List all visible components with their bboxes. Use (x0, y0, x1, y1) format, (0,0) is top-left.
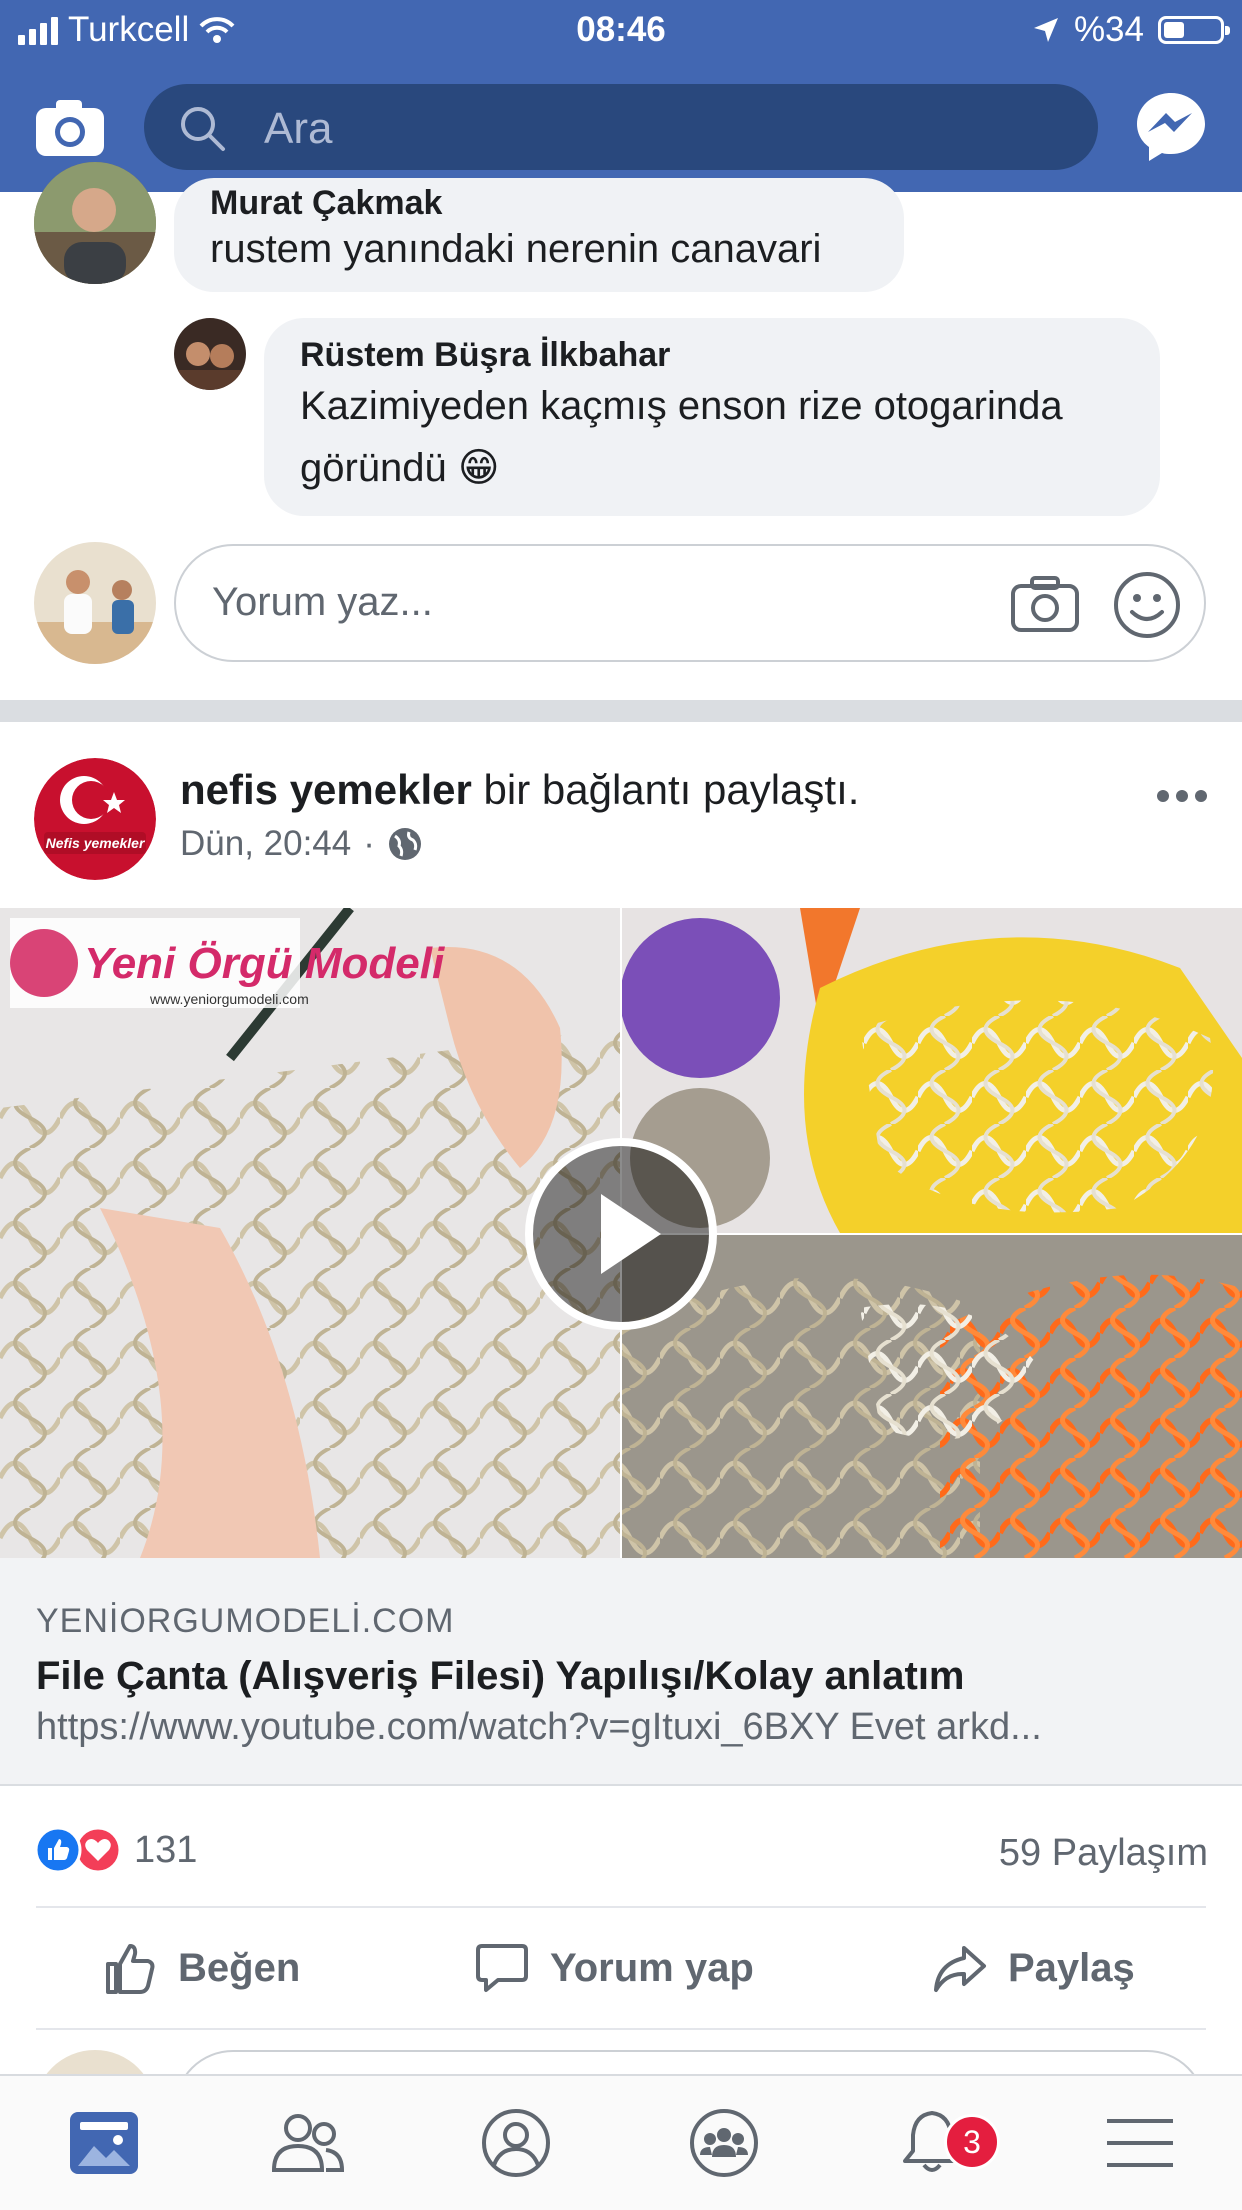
link-domain: YENİORGUMODELİ.COM (36, 1602, 455, 1640)
comment-bubble[interactable]: Murat Çakmak rustem yanındaki nerenin ca… (174, 178, 904, 292)
comment-label: Yorum yap (550, 1945, 754, 1990)
feed-separator (0, 700, 1242, 722)
shares-count[interactable]: 59 Paylaşım (999, 1832, 1208, 1875)
battery-percent: %34 (1073, 10, 1144, 49)
reactions-count: 131 (134, 1828, 198, 1871)
reactions-summary[interactable]: 131 (34, 1826, 197, 1874)
emoji-icon[interactable] (1112, 570, 1182, 640)
avatar-photo (174, 318, 246, 390)
avatar-photo (34, 162, 156, 284)
post-action: bir bağlantı paylaştı. (483, 766, 860, 813)
comment-input[interactable]: Yorum yaz... (174, 544, 1206, 662)
groups-icon (690, 2109, 758, 2177)
current-user-avatar (34, 542, 156, 664)
avatar-logo-text: Nefis yemekler (46, 835, 146, 851)
menu-icon (1107, 2119, 1173, 2167)
thumbs-up-icon (106, 1944, 155, 1994)
link-description: https://www.youtube.com/watch?v=gItuxi_6… (36, 1706, 1042, 1748)
top-bar: Turkcell 08:46 %34 Ara (0, 0, 1242, 192)
link-preview[interactable]: YENİORGUMODELİ.COM File Çanta (Alışveriş… (0, 1558, 1242, 1786)
comment-button[interactable]: Yorum yap (474, 1908, 754, 2028)
comment-bubble[interactable]: Rüstem Büşra İlkbahar Kazimiyeden kaçmış… (264, 318, 1160, 516)
profile-icon (482, 2109, 550, 2177)
friends-icon (271, 2114, 345, 2172)
tab-profile[interactable] (466, 2098, 566, 2188)
tab-friends[interactable] (258, 2098, 358, 2188)
comment-text: Kazimiyeden kaçmış enson rize otogarinda… (300, 375, 1124, 499)
post-actions: Beğen Yorum yap Paylaş (36, 1906, 1206, 2030)
play-button-icon[interactable] (523, 1136, 719, 1332)
messenger-button[interactable] (1134, 90, 1208, 169)
status-bar: Turkcell 08:46 %34 (0, 0, 1242, 62)
messenger-icon (1137, 93, 1205, 161)
video-watermark-url: www.yeniorgumodeli.com (149, 991, 309, 1007)
camera-button[interactable] (34, 96, 106, 163)
tab-menu[interactable] (1090, 2098, 1190, 2188)
post-author[interactable]: nefis yemekler (180, 766, 472, 813)
comment-author[interactable]: Murat Çakmak (210, 184, 868, 223)
reactions-row: 131 59 Paylaşım (0, 1786, 1242, 1904)
comment-placeholder: Yorum yaz... (212, 580, 433, 624)
comment-text-line: Kazimiyeden kaçmış enson rize otogarinda (300, 384, 1063, 428)
search-input[interactable]: Ara (144, 84, 1098, 170)
like-button[interactable]: Beğen (102, 1908, 300, 2028)
avatar[interactable] (34, 162, 156, 284)
search-icon (181, 107, 225, 151)
comment-text-line: göründü (300, 446, 447, 490)
globe-icon (388, 828, 421, 860)
battery-icon (1158, 16, 1230, 44)
news-feed-icon (70, 2112, 138, 2174)
post-header: nefis yemekler bir bağlantı paylaştı. (180, 766, 859, 814)
like-reaction-icon (34, 1826, 82, 1874)
tab-news-feed[interactable] (54, 2098, 154, 2188)
tab-groups[interactable] (674, 2098, 774, 2188)
like-label: Beğen (178, 1945, 301, 1990)
comment-icon (476, 1944, 528, 1992)
turkish-flag-logo-icon: Nefis yemekler (34, 758, 156, 880)
camera-icon[interactable] (1010, 574, 1080, 634)
video-thumbnail[interactable]: Yeni Örgü Modeli www.yeniorgumodeli.com (0, 908, 1242, 1558)
video-watermark: Yeni Örgü Modeli (84, 939, 445, 988)
bottom-tab-bar (0, 2074, 1242, 2210)
grin-emoji-icon: 😁 (457, 446, 500, 490)
location-arrow-icon (1033, 18, 1058, 42)
avatar[interactable] (174, 318, 246, 390)
search-placeholder: Ara (264, 104, 333, 153)
comment-text-line: göründü 😁 (300, 437, 1124, 499)
post-meta: Dün, 20:44 · (180, 824, 423, 864)
page-avatar[interactable]: Nefis yemekler (34, 758, 156, 880)
link-title: File Çanta (Alışveriş Filesi) Yapılışı/K… (36, 1654, 965, 1698)
meta-separator: · (363, 824, 375, 863)
avatar-photo (34, 542, 156, 664)
more-options-icon[interactable] (1156, 788, 1208, 804)
comment-author[interactable]: Rüstem Büşra İlkbahar (300, 336, 1124, 375)
post-time[interactable]: Dün, 20:44 (180, 824, 351, 864)
notification-badge: 3 (944, 2114, 1000, 2170)
comment-text: rustem yanındaki nerenin canavari (210, 227, 822, 271)
camera-icon (36, 100, 104, 156)
share-button[interactable]: Paylaş (932, 1908, 1135, 2028)
share-icon (934, 1946, 986, 1992)
share-label: Paylaş (1008, 1945, 1135, 1990)
